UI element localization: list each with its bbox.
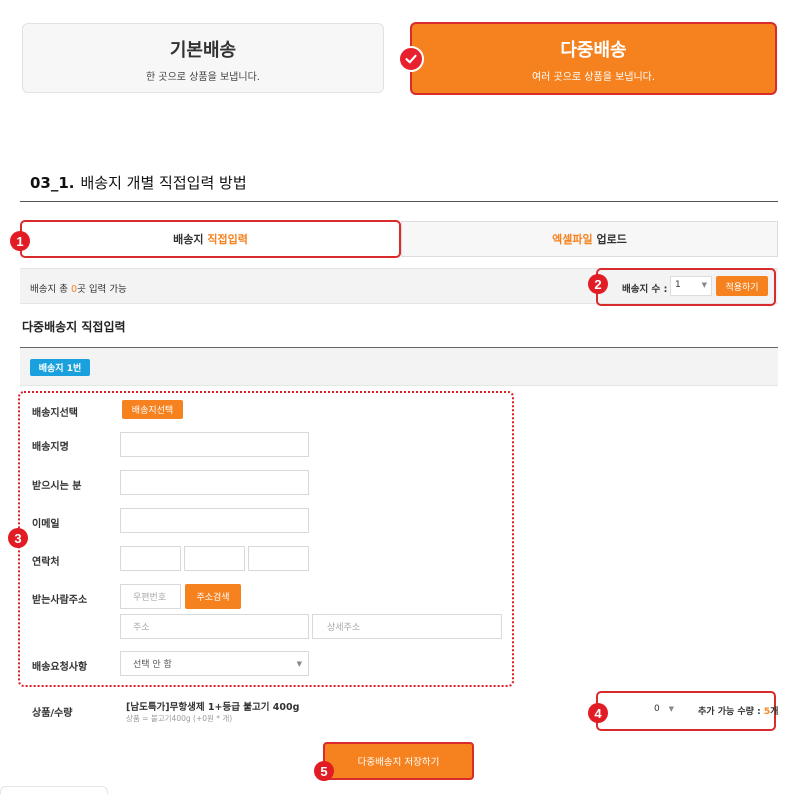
- address-placeholder: 주소: [133, 623, 150, 633]
- tab-direct-input[interactable]: 배송지 직접입력: [20, 220, 401, 258]
- email-label: 이메일: [32, 519, 60, 530]
- product-name: [남도특가]무항생제 1+등급 불고기 400g: [126, 702, 300, 713]
- count-text-a: 배송지 총: [30, 284, 68, 295]
- multi-shipping-card[interactable]: 다중배송 여러 곳으로 상품을 보냅니다.: [410, 22, 777, 95]
- product-detail: 상품 = 불고기400g (+0원 * 개): [126, 714, 233, 723]
- section-divider: [20, 201, 778, 202]
- available-quantity-unit: 개: [770, 707, 779, 717]
- phone-input-3[interactable]: [248, 546, 309, 571]
- marker-1: 1: [10, 231, 30, 251]
- section-number: 03_1.: [30, 174, 75, 192]
- check-icon: [398, 46, 424, 72]
- select-destination-label: 배송지선택: [32, 408, 78, 419]
- chevron-down-icon: ▼: [668, 705, 674, 713]
- section-title: 03_1. 배송지 개별 직접입력 방법: [30, 172, 247, 193]
- address-search-button[interactable]: 주소검색: [185, 584, 241, 609]
- tab-excel-label-a: 엑셀파일: [552, 233, 593, 246]
- address-detail-placeholder: 상세주소: [327, 623, 361, 633]
- chevron-down-icon: ▼: [296, 660, 302, 668]
- address-detail-input[interactable]: 상세주소: [312, 614, 502, 639]
- zip-code-placeholder: 우편번호: [133, 593, 167, 603]
- address-input[interactable]: 주소: [120, 614, 309, 639]
- marker-3: 3: [8, 528, 28, 548]
- tab-direct-label-a: 배송지: [173, 233, 204, 246]
- multi-shipping-subtitle: 여러 곳으로 상품을 보냅니다.: [531, 72, 656, 83]
- email-input[interactable]: [120, 508, 309, 533]
- phone-label: 연락처: [32, 557, 60, 568]
- marker-5: 5: [314, 761, 334, 781]
- destination-count-select[interactable]: 1 ▼: [670, 276, 712, 296]
- select-destination-button[interactable]: 배송지선택: [122, 400, 183, 419]
- quantity-value: 0: [654, 704, 660, 714]
- product-quantity-label: 상품/수량: [32, 708, 73, 719]
- quantity-select[interactable]: 0 ▼: [648, 700, 678, 720]
- subsection-title: 다중배송지 직접입력: [22, 320, 126, 334]
- apply-button[interactable]: 적용하기: [716, 276, 768, 296]
- destination-count-label: 배송지 수 :: [622, 284, 668, 295]
- count-text-b: 곳 입력 가능: [77, 284, 127, 295]
- marker-2: 2: [588, 274, 608, 294]
- multi-shipping-title: 다중배송: [560, 40, 627, 61]
- zip-code-input[interactable]: 우편번호: [120, 584, 181, 609]
- destination-name-label: 배송지명: [32, 442, 69, 453]
- basic-shipping-title: 기본배송: [169, 40, 237, 61]
- save-multi-destination-button[interactable]: 다중배송지 저장하기: [323, 742, 474, 780]
- delivery-request-label: 배송요청사항: [32, 662, 88, 673]
- available-count-text: 배송지 총 0곳 입력 가능: [30, 281, 127, 295]
- bottom-left-widget: [0, 786, 108, 794]
- tab-excel-label-b: 업로드: [596, 233, 627, 246]
- tab-excel-upload[interactable]: 엑셀파일 업로드: [401, 221, 778, 257]
- marker-4: 4: [588, 703, 608, 723]
- basic-shipping-subtitle: 한 곳으로 상품을 보냅니다.: [146, 72, 260, 83]
- recipient-label: 받으시는 분: [32, 481, 82, 492]
- available-quantity-label: 추가 가능 수량 :: [698, 707, 761, 717]
- destination-badge: 배송지 1번: [30, 359, 90, 376]
- delivery-request-value: 선택 안 함: [133, 660, 172, 670]
- phone-input-1[interactable]: [120, 546, 181, 571]
- phone-input-2[interactable]: [184, 546, 245, 571]
- recipient-input[interactable]: [120, 470, 309, 495]
- address-label: 받는사람주소: [32, 595, 88, 606]
- chevron-down-icon: ▼: [701, 281, 707, 289]
- tab-direct-label-b: 직접입력: [207, 233, 248, 246]
- destination-header-bar: [20, 348, 778, 386]
- destination-name-input[interactable]: [120, 432, 309, 457]
- basic-shipping-card[interactable]: 기본배송 한 곳으로 상품을 보냅니다.: [22, 23, 384, 93]
- section-title-text: 배송지 개별 직접입력 방법: [80, 174, 247, 192]
- destination-count-value: 1: [675, 280, 681, 290]
- delivery-request-select[interactable]: 선택 안 함 ▼: [120, 651, 309, 676]
- available-quantity: 추가 가능 수량 : 5개: [698, 704, 778, 717]
